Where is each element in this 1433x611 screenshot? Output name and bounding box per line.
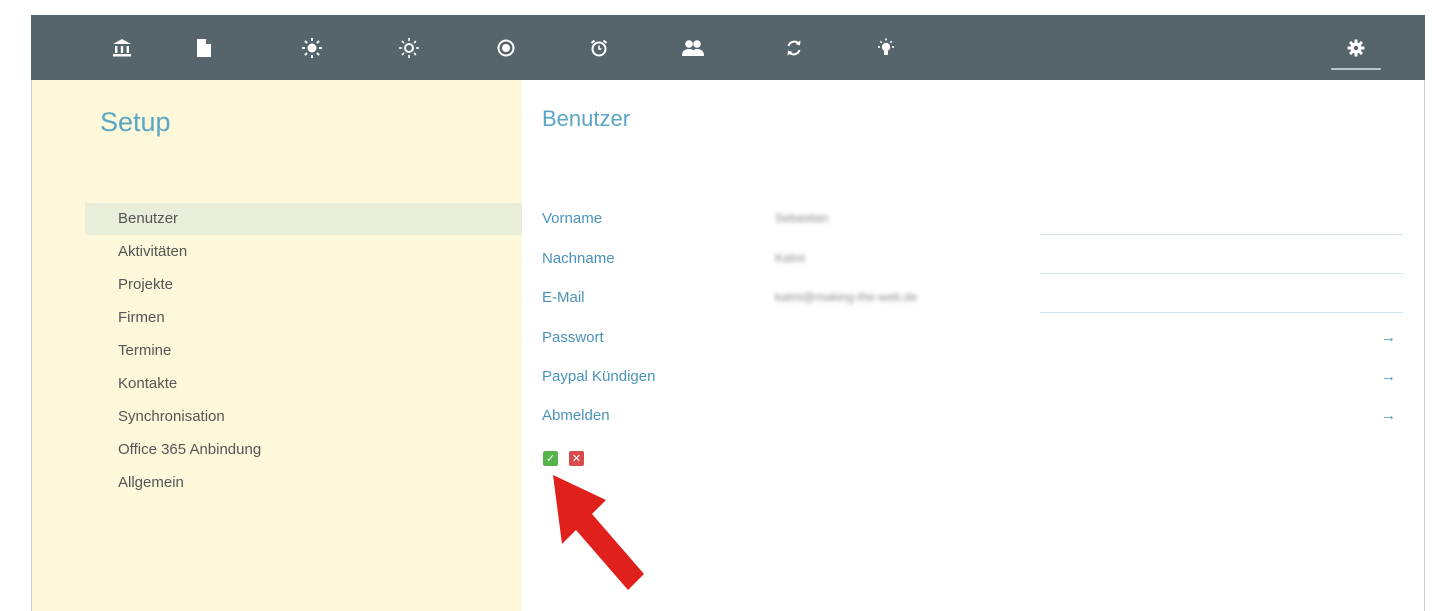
email-label: E-Mail	[542, 289, 585, 306]
users-icon[interactable]	[680, 35, 706, 61]
bank-icon[interactable]	[109, 35, 135, 61]
cancel-button[interactable]: ✕	[569, 451, 584, 466]
passwort-label: Passwort	[542, 329, 604, 346]
gear-icon[interactable]	[1343, 35, 1369, 61]
sidebar-item-termine[interactable]: Termine	[85, 335, 522, 367]
setup-sidebar: Setup Benutzer Aktivitäten Projekte Firm…	[32, 80, 522, 611]
sidebar-item-aktivitaeten[interactable]: Aktivitäten	[85, 236, 522, 268]
page-title: Benutzer	[542, 106, 631, 131]
confirm-button[interactable]: ✓	[543, 451, 558, 466]
passwort-link[interactable]: Passwort →	[542, 326, 1404, 354]
sun-outline-icon[interactable]	[396, 35, 422, 61]
email-value[interactable]: kalmi@making-the-web.de	[775, 290, 917, 304]
sidebar-item-allgemein[interactable]: Allgemein	[85, 467, 522, 499]
sidebar-item-synchronisation[interactable]: Synchronisation	[85, 401, 522, 433]
sync-icon[interactable]	[781, 35, 807, 61]
vorname-label: Vorname	[542, 210, 603, 227]
sidebar-item-firmen[interactable]: Firmen	[85, 302, 522, 334]
nachname-label: Nachname	[542, 250, 615, 267]
active-tab-indicator	[1331, 68, 1381, 70]
nachname-underline	[1040, 273, 1403, 274]
paypal-kuendigen-label: Paypal Kündigen	[542, 368, 656, 385]
abmelden-link[interactable]: Abmelden →	[542, 404, 1404, 432]
arrow-right-icon: →	[1381, 329, 1396, 346]
document-icon[interactable]	[191, 35, 217, 61]
arrow-right-icon: →	[1381, 407, 1396, 424]
abmelden-label: Abmelden	[542, 407, 610, 424]
annotation-arrow-icon	[553, 475, 644, 590]
sidebar-item-office-365[interactable]: Office 365 Anbindung	[85, 434, 522, 466]
sidebar-item-benutzer[interactable]: Benutzer	[85, 203, 522, 235]
sidebar-item-kontakte[interactable]: Kontakte	[85, 368, 522, 400]
email-underline	[1040, 312, 1403, 313]
sidebar-item-projekte[interactable]: Projekte	[85, 269, 522, 301]
sun-filled-icon[interactable]	[299, 35, 325, 61]
lightbulb-icon[interactable]	[873, 35, 899, 61]
sidebar-title: Setup	[100, 107, 171, 137]
paypal-kuendigen-link[interactable]: Paypal Kündigen →	[542, 365, 1404, 393]
nachname-value[interactable]: Kalmi	[775, 251, 805, 265]
top-navigation-bar	[31, 15, 1425, 80]
vorname-underline	[1040, 234, 1403, 235]
vorname-value[interactable]: Sebastian	[775, 211, 828, 225]
alarm-clock-icon[interactable]	[586, 35, 612, 61]
arrow-right-icon: →	[1381, 368, 1396, 385]
record-icon[interactable]	[493, 35, 519, 61]
